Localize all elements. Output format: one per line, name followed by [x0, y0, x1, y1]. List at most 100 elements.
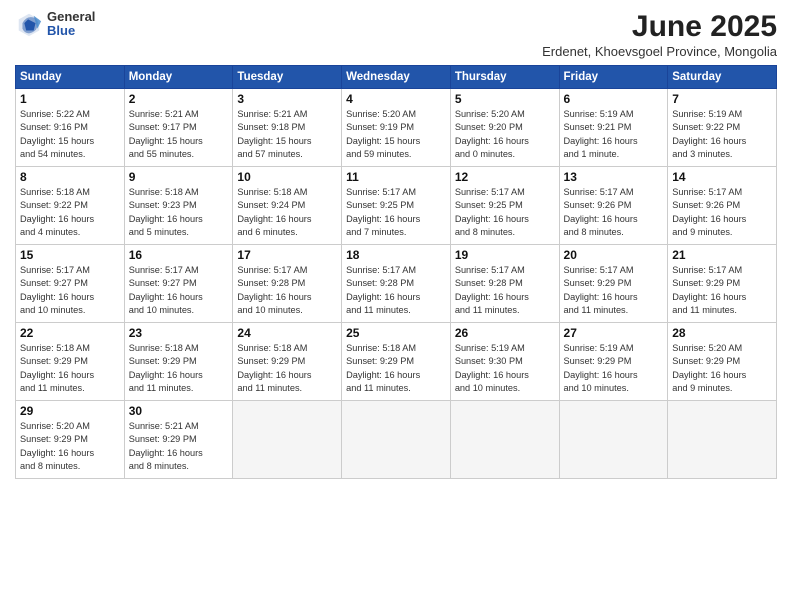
day-info: Sunrise: 5:19 AM Sunset: 9:30 PM Dayligh… — [455, 342, 555, 395]
day-number: 13 — [564, 170, 664, 184]
day-number: 18 — [346, 248, 446, 262]
day-number: 1 — [20, 92, 120, 106]
day-info: Sunrise: 5:19 AM Sunset: 9:21 PM Dayligh… — [564, 108, 664, 161]
day-number: 15 — [20, 248, 120, 262]
day-info: Sunrise: 5:17 AM Sunset: 9:27 PM Dayligh… — [129, 264, 229, 317]
table-row: 7 Sunrise: 5:19 AM Sunset: 9:22 PM Daylig… — [668, 89, 777, 167]
logo-blue: Blue — [47, 24, 95, 38]
day-info: Sunrise: 5:17 AM Sunset: 9:27 PM Dayligh… — [20, 264, 120, 317]
table-row: 5Sunrise: 5:20 AM Sunset: 9:20 PM Daylig… — [450, 89, 559, 167]
table-row: 26Sunrise: 5:19 AM Sunset: 9:30 PM Dayli… — [450, 323, 559, 401]
day-info: Sunrise: 5:17 AM Sunset: 9:28 PM Dayligh… — [455, 264, 555, 317]
header-thursday: Thursday — [450, 66, 559, 89]
day-number: 7 — [672, 92, 772, 106]
table-row: 15 Sunrise: 5:17 AM Sunset: 9:27 PM Dayli… — [16, 245, 125, 323]
day-info: Sunrise: 5:20 AM Sunset: 9:19 PM Dayligh… — [346, 108, 446, 161]
day-number: 6 — [564, 92, 664, 106]
header-tuesday: Tuesday — [233, 66, 342, 89]
header: General Blue June 2025 Erdenet, Khoevsgo… — [15, 10, 777, 59]
day-info: Sunrise: 5:18 AM Sunset: 9:29 PM Dayligh… — [129, 342, 229, 395]
table-row: 6 Sunrise: 5:19 AM Sunset: 9:21 PM Daylig… — [559, 89, 668, 167]
table-row: 4 Sunrise: 5:20 AM Sunset: 9:19 PM Daylig… — [342, 89, 451, 167]
day-number: 24 — [237, 326, 337, 340]
calendar-header-row: Sunday Monday Tuesday Wednesday Thursday… — [16, 66, 777, 89]
day-info: Sunrise: 5:17 AM Sunset: 9:28 PM Dayligh… — [346, 264, 446, 317]
day-info: Sunrise: 5:17 AM Sunset: 9:28 PM Dayligh… — [237, 264, 337, 317]
table-row: 27Sunrise: 5:19 AM Sunset: 9:29 PM Dayli… — [559, 323, 668, 401]
table-row: 11Sunrise: 5:17 AM Sunset: 9:25 PM Dayli… — [342, 167, 451, 245]
table-row: 3Sunrise: 5:21 AM Sunset: 9:18 PM Daylig… — [233, 89, 342, 167]
day-info: Sunrise: 5:18 AM Sunset: 9:29 PM Dayligh… — [237, 342, 337, 395]
day-number: 28 — [672, 326, 772, 340]
day-number: 22 — [20, 326, 120, 340]
calendar-week-row: 15 Sunrise: 5:17 AM Sunset: 9:27 PM Dayli… — [16, 245, 777, 323]
header-monday: Monday — [124, 66, 233, 89]
day-number: 27 — [564, 326, 664, 340]
day-number: 29 — [20, 404, 120, 418]
table-row: 25 Sunrise: 5:18 AM Sunset: 9:29 PM Dayli… — [342, 323, 451, 401]
table-row: 29 Sunrise: 5:20 AM Sunset: 9:29 PM Dayli… — [16, 401, 125, 479]
table-row: 30 Sunrise: 5:21 AM Sunset: 9:29 PM Dayli… — [124, 401, 233, 479]
table-row — [668, 401, 777, 479]
location: Erdenet, Khoevsgoel Province, Mongolia — [542, 44, 777, 59]
calendar-week-row: 8 Sunrise: 5:18 AM Sunset: 9:22 PM Daylig… — [16, 167, 777, 245]
header-friday: Friday — [559, 66, 668, 89]
table-row: 9Sunrise: 5:18 AM Sunset: 9:23 PM Daylig… — [124, 167, 233, 245]
day-info: Sunrise: 5:18 AM Sunset: 9:29 PM Dayligh… — [20, 342, 120, 395]
logo: General Blue — [15, 10, 95, 39]
table-row: 18 Sunrise: 5:17 AM Sunset: 9:28 PM Dayli… — [342, 245, 451, 323]
calendar-week-row: 29 Sunrise: 5:20 AM Sunset: 9:29 PM Dayli… — [16, 401, 777, 479]
table-row: 23 Sunrise: 5:18 AM Sunset: 9:29 PM Dayli… — [124, 323, 233, 401]
day-info: Sunrise: 5:18 AM Sunset: 9:24 PM Dayligh… — [237, 186, 337, 239]
calendar-week-row: 22 Sunrise: 5:18 AM Sunset: 9:29 PM Dayli… — [16, 323, 777, 401]
table-row: 21Sunrise: 5:17 AM Sunset: 9:29 PM Dayli… — [668, 245, 777, 323]
day-info: Sunrise: 5:21 AM Sunset: 9:17 PM Dayligh… — [129, 108, 229, 161]
day-number: 2 — [129, 92, 229, 106]
header-sunday: Sunday — [16, 66, 125, 89]
table-row: 20 Sunrise: 5:17 AM Sunset: 9:29 PM Dayli… — [559, 245, 668, 323]
day-info: Sunrise: 5:18 AM Sunset: 9:29 PM Dayligh… — [346, 342, 446, 395]
page: General Blue June 2025 Erdenet, Khoevsgo… — [0, 0, 792, 612]
day-number: 30 — [129, 404, 229, 418]
day-number: 8 — [20, 170, 120, 184]
day-info: Sunrise: 5:18 AM Sunset: 9:22 PM Dayligh… — [20, 186, 120, 239]
table-row: 12 Sunrise: 5:17 AM Sunset: 9:25 PM Dayli… — [450, 167, 559, 245]
day-number: 19 — [455, 248, 555, 262]
day-number: 10 — [237, 170, 337, 184]
table-row: 10 Sunrise: 5:18 AM Sunset: 9:24 PM Dayli… — [233, 167, 342, 245]
table-row: 8 Sunrise: 5:18 AM Sunset: 9:22 PM Daylig… — [16, 167, 125, 245]
header-wednesday: Wednesday — [342, 66, 451, 89]
day-info: Sunrise: 5:22 AM Sunset: 9:16 PM Dayligh… — [20, 108, 120, 161]
table-row: 2 Sunrise: 5:21 AM Sunset: 9:17 PM Daylig… — [124, 89, 233, 167]
day-info: Sunrise: 5:20 AM Sunset: 9:20 PM Dayligh… — [455, 108, 555, 161]
month-title: June 2025 — [542, 10, 777, 44]
day-info: Sunrise: 5:17 AM Sunset: 9:25 PM Dayligh… — [455, 186, 555, 239]
logo-general: General — [47, 10, 95, 24]
table-row: 13 Sunrise: 5:17 AM Sunset: 9:26 PM Dayli… — [559, 167, 668, 245]
table-row: 22 Sunrise: 5:18 AM Sunset: 9:29 PM Dayli… — [16, 323, 125, 401]
day-info: Sunrise: 5:19 AM Sunset: 9:22 PM Dayligh… — [672, 108, 772, 161]
table-row — [233, 401, 342, 479]
day-number: 25 — [346, 326, 446, 340]
day-info: Sunrise: 5:17 AM Sunset: 9:25 PM Dayligh… — [346, 186, 446, 239]
table-row: 19 Sunrise: 5:17 AM Sunset: 9:28 PM Dayli… — [450, 245, 559, 323]
table-row — [559, 401, 668, 479]
table-row: 16 Sunrise: 5:17 AM Sunset: 9:27 PM Dayli… — [124, 245, 233, 323]
day-info: Sunrise: 5:17 AM Sunset: 9:26 PM Dayligh… — [564, 186, 664, 239]
day-number: 23 — [129, 326, 229, 340]
day-info: Sunrise: 5:20 AM Sunset: 9:29 PM Dayligh… — [20, 420, 120, 473]
day-number: 12 — [455, 170, 555, 184]
calendar-table: Sunday Monday Tuesday Wednesday Thursday… — [15, 65, 777, 479]
table-row: 28 Sunrise: 5:20 AM Sunset: 9:29 PM Dayli… — [668, 323, 777, 401]
day-number: 9 — [129, 170, 229, 184]
table-row: 17Sunrise: 5:17 AM Sunset: 9:28 PM Dayli… — [233, 245, 342, 323]
day-number: 16 — [129, 248, 229, 262]
day-info: Sunrise: 5:20 AM Sunset: 9:29 PM Dayligh… — [672, 342, 772, 395]
day-number: 20 — [564, 248, 664, 262]
logo-text: General Blue — [47, 10, 95, 39]
day-info: Sunrise: 5:21 AM Sunset: 9:29 PM Dayligh… — [129, 420, 229, 473]
day-number: 4 — [346, 92, 446, 106]
day-info: Sunrise: 5:17 AM Sunset: 9:29 PM Dayligh… — [564, 264, 664, 317]
day-info: Sunrise: 5:17 AM Sunset: 9:26 PM Dayligh… — [672, 186, 772, 239]
table-row: 1 Sunrise: 5:22 AM Sunset: 9:16 PM Daylig… — [16, 89, 125, 167]
